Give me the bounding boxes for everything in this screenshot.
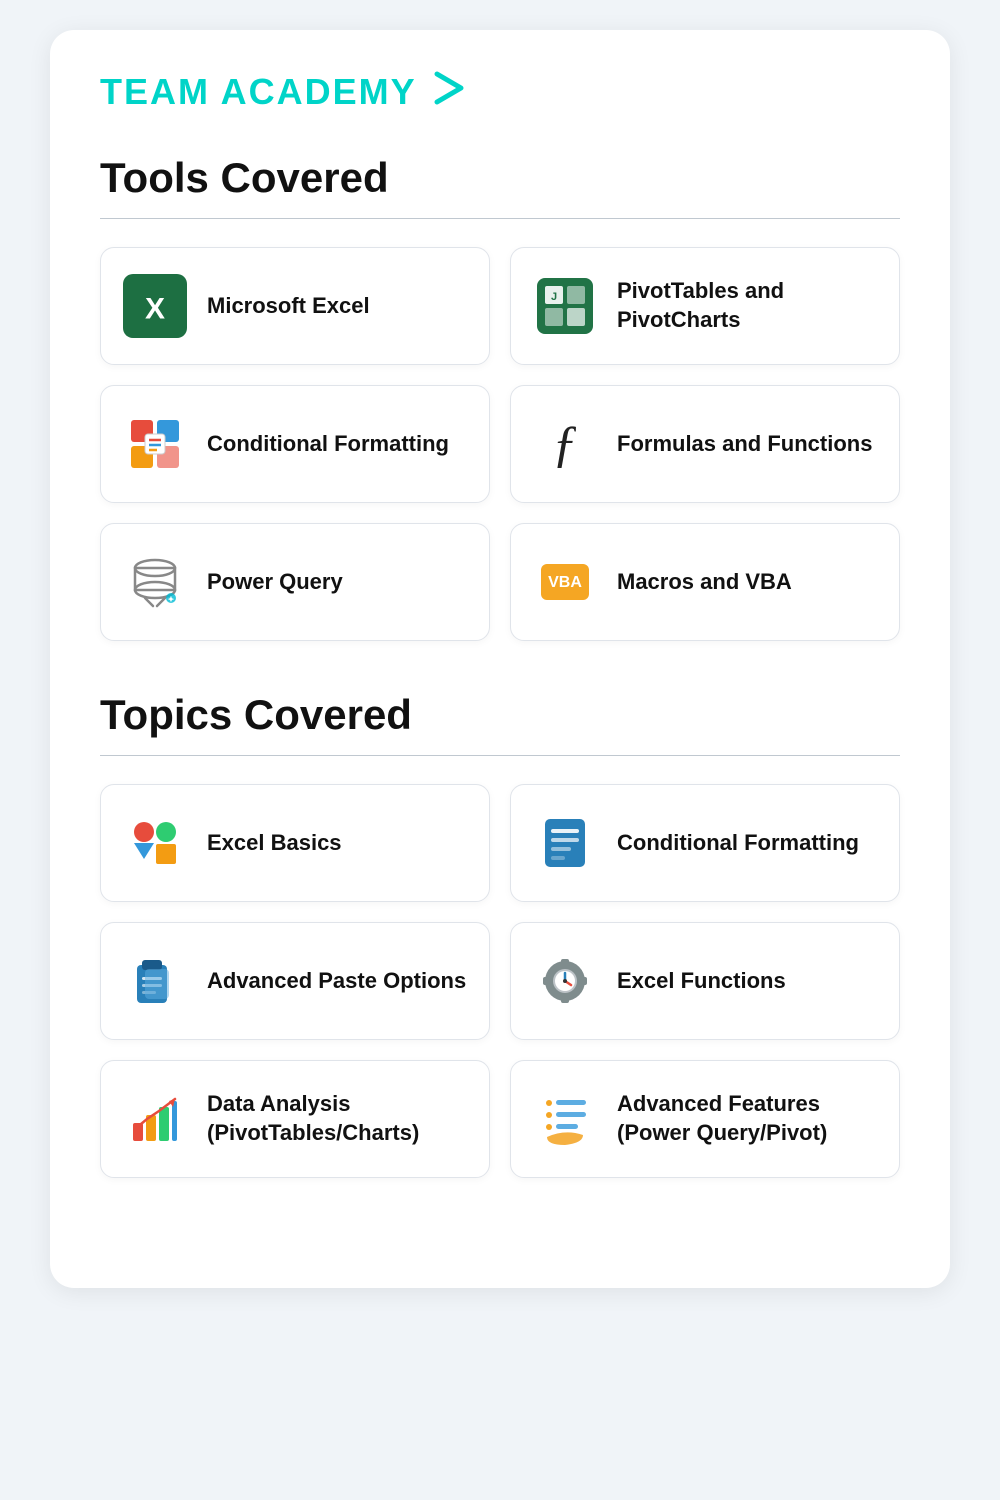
card-formulas: ƒ Formulas and Functions — [510, 385, 900, 503]
topics-section: Topics Covered Excel Basics — [100, 691, 900, 1178]
excelfunc-icon — [533, 949, 597, 1013]
paste-icon — [123, 949, 187, 1013]
card-conditional-formatting: Conditional Formatting — [100, 385, 490, 503]
svg-text:J: J — [551, 291, 557, 303]
tools-title: Tools Covered — [100, 154, 900, 202]
logo-chevron — [431, 70, 471, 114]
card-label-pq: Power Query — [207, 568, 343, 597]
card-excel-functions: Excel Functions — [510, 922, 900, 1040]
topics-grid: Excel Basics Conditional Formatting — [100, 784, 900, 1178]
card-macros-vba: VBA Macros and VBA — [510, 523, 900, 641]
topics-title: Topics Covered — [100, 691, 900, 739]
pq-icon: ✦ — [123, 550, 187, 614]
card-label-cf: Conditional Formatting — [207, 430, 449, 459]
tools-divider — [100, 218, 900, 219]
card-label-formulas: Formulas and Functions — [617, 430, 872, 459]
card-data-analysis: Data Analysis (PivotTables/Charts) — [100, 1060, 490, 1178]
card-label-vba: Macros and VBA — [617, 568, 792, 597]
card-power-query: ✦ Power Query — [100, 523, 490, 641]
card-advanced-features: Advanced Features (Power Query/Pivot) — [510, 1060, 900, 1178]
advfeatures-icon — [533, 1087, 597, 1151]
card-advanced-paste: Advanced Paste Options — [100, 922, 490, 1040]
card-label-paste: Advanced Paste Options — [207, 967, 466, 996]
svg-text:✦: ✦ — [168, 595, 175, 604]
card-label-dataanalysis: Data Analysis (PivotTables/Charts) — [207, 1090, 467, 1147]
condformat-icon — [533, 811, 597, 875]
tools-section: Tools Covered X Microsoft Excel — [100, 154, 900, 641]
card-label-excel: Microsoft Excel — [207, 292, 370, 321]
vba-icon: VBA — [533, 550, 597, 614]
card-microsoft-excel: X Microsoft Excel — [100, 247, 490, 365]
logo-text: TEAM ACADEMY — [100, 71, 417, 113]
card-label-basics: Excel Basics — [207, 829, 342, 858]
topics-divider — [100, 755, 900, 756]
card-excel-basics: Excel Basics — [100, 784, 490, 902]
svg-text:X: X — [145, 292, 165, 325]
tools-grid: X Microsoft Excel J — [100, 247, 900, 641]
card-cf-topic: Conditional Formatting — [510, 784, 900, 902]
header: TEAM ACADEMY — [100, 70, 900, 114]
card-label-pivot: PivotTables and PivotCharts — [617, 277, 877, 334]
excel-icon: X — [123, 274, 187, 338]
pivot-icon: J — [533, 274, 597, 338]
card-pivottables: J PivotTables and PivotCharts — [510, 247, 900, 365]
formula-icon: ƒ — [533, 412, 597, 476]
basics-icon — [123, 811, 187, 875]
card-label-cf-topic: Conditional Formatting — [617, 829, 859, 858]
svg-text:VBA: VBA — [548, 574, 582, 591]
main-page: TEAM ACADEMY Tools Covered X Microsoft E… — [50, 30, 950, 1288]
dataanalysis-icon — [123, 1087, 187, 1151]
card-label-excelfunc: Excel Functions — [617, 967, 786, 996]
card-label-advfeatures: Advanced Features (Power Query/Pivot) — [617, 1090, 877, 1147]
cf-icon — [123, 412, 187, 476]
